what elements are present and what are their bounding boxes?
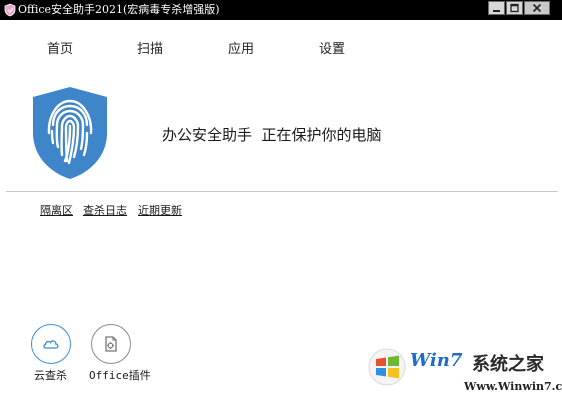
watermark: Win7 系统之家 Www.Winwin7.com [368, 348, 562, 400]
watermark-brand: Win7 [410, 350, 463, 371]
watermark-name: 系统之家 [472, 354, 544, 375]
maximize-button[interactable] [506, 1, 523, 15]
cloud-scan-label[interactable]: 云查杀 [34, 367, 67, 383]
office-plugin-label[interactable]: Office插件 [89, 367, 151, 383]
nav-settings[interactable]: 设置 [319, 38, 345, 57]
title-bar[interactable]: Office安全助手2021(宏病毒专杀增强版) [0, 0, 562, 20]
app-icon [4, 3, 16, 17]
office-plugin-button[interactable] [91, 324, 131, 364]
close-icon [532, 3, 542, 13]
nav-scan[interactable]: 扫描 [137, 38, 163, 57]
maximize-icon [510, 3, 519, 13]
divider [6, 191, 558, 192]
window-title: Office安全助手2021(宏病毒专杀增强版) [18, 3, 220, 16]
scan-log-link[interactable]: 查杀日志 [83, 202, 127, 218]
protection-status: 办公安全助手 正在保护你的电脑 [162, 126, 382, 144]
cloud-icon [43, 340, 59, 349]
office-plugin-icon [105, 336, 117, 352]
recent-updates-link[interactable]: 近期更新 [138, 202, 182, 218]
fingerprint-shield-icon [33, 87, 107, 179]
windows-logo-icon [368, 348, 406, 386]
close-button[interactable] [524, 1, 550, 15]
minimize-icon [493, 10, 500, 12]
minimize-button[interactable] [488, 1, 505, 15]
watermark-url: Www.Winwin7.com [464, 380, 562, 393]
cloud-scan-button[interactable] [31, 324, 71, 364]
quarantine-link[interactable]: 隔离区 [40, 202, 73, 218]
nav-apps[interactable]: 应用 [228, 38, 254, 57]
nav-home[interactable]: 首页 [47, 38, 73, 57]
